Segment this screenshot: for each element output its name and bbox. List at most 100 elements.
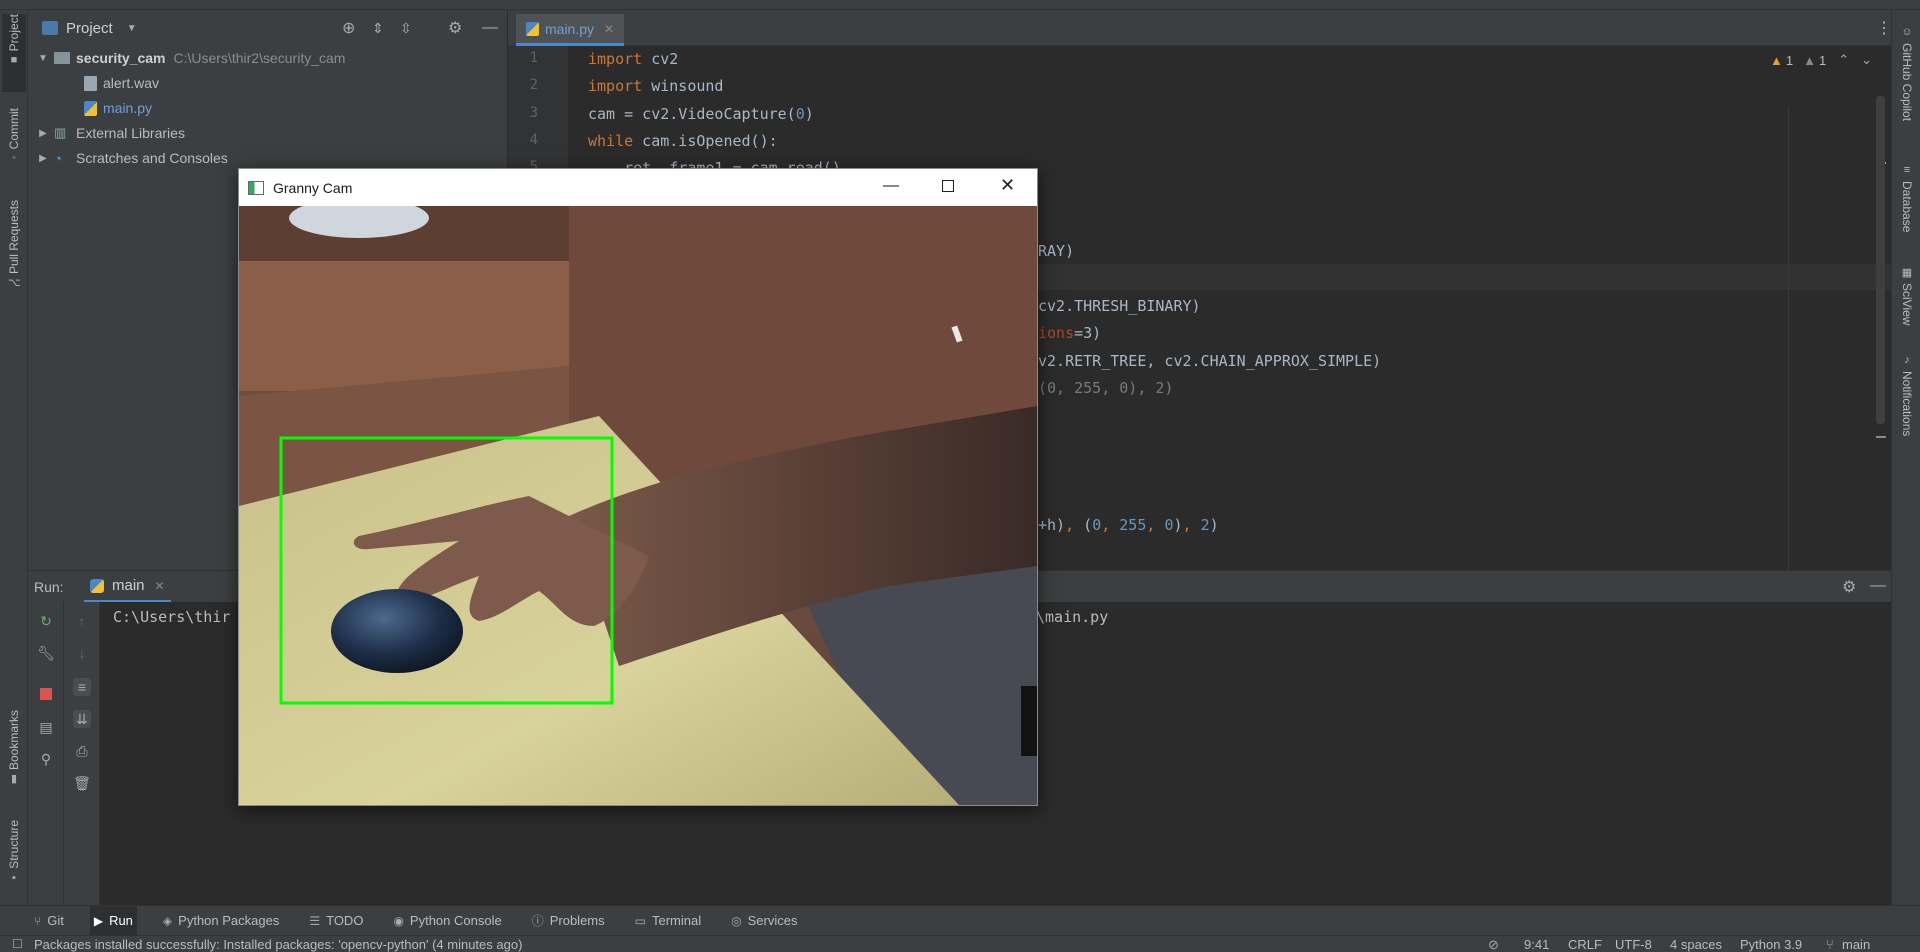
editor-tab-main-py[interactable]: main.py ✕: [516, 14, 625, 46]
line-separator[interactable]: CRLF: [1568, 937, 1602, 952]
cam-window-titlebar[interactable]: Granny Cam — ✕: [239, 169, 1037, 206]
chevron-right-icon[interactable]: ▶: [36, 128, 50, 139]
left-tab-project-label: Project: [7, 14, 21, 52]
status-square-icon[interactable]: ☐: [12, 937, 23, 951]
chevron-up-icon[interactable]: ⌃: [1838, 52, 1849, 68]
status-bar: ☐ Packages installed successfully: Insta…: [0, 935, 1920, 952]
line-number: 3: [529, 105, 538, 121]
right-tab-database-label: Database: [1900, 181, 1914, 233]
tree-item-scratches[interactable]: ▶ ◔ Scratches and Consoles: [36, 146, 228, 170]
more-options-icon[interactable]: ⋮: [1876, 18, 1892, 38]
run-tab-main[interactable]: main ✕: [84, 571, 171, 603]
bottom-tab-label: Git: [47, 913, 64, 928]
right-tab-database[interactable]: ≡ Database: [1895, 164, 1919, 254]
code-number: 0: [795, 105, 805, 123]
close-icon[interactable]: ✕: [155, 579, 165, 593]
tree-item-security-cam[interactable]: ▼ security_cam C:\Users\thir2\security_c…: [36, 46, 345, 70]
packages-icon: ◈: [162, 913, 173, 928]
chevron-down-icon[interactable]: ⌄: [1861, 52, 1872, 68]
inspection-widget[interactable]: ▲ 1 ▲ 1 ⌃ ⌄: [1770, 52, 1872, 68]
right-tab-notifications[interactable]: ♪ Notifications: [1895, 354, 1919, 464]
pull-request-icon: ⌥: [8, 277, 21, 290]
bottom-tab-python-packages[interactable]: ◈ Python Packages: [159, 906, 283, 936]
window-icon: [248, 180, 264, 195]
weak-warning-count: 1: [1818, 52, 1827, 68]
layout-icon[interactable]: ▤: [37, 718, 55, 736]
code-line: cam = cv2.VideoCapture(0): [588, 105, 814, 123]
expand-all-icon[interactable]: ⇕: [372, 20, 384, 37]
arrow-down-icon[interactable]: ↓: [73, 644, 91, 662]
tree-item-main-py[interactable]: main.py: [84, 96, 152, 120]
no-inspection-icon[interactable]: ⊘: [1488, 937, 1499, 952]
soft-wrap-icon[interactable]: ≡: [73, 678, 91, 696]
gear-icon[interactable]: ⚙: [448, 18, 462, 38]
left-tab-project[interactable]: Project ■: [2, 14, 26, 92]
bottom-tab-label: Python Console: [409, 913, 502, 928]
gear-icon[interactable]: ⚙: [1842, 577, 1856, 597]
code-punc: ,: [1101, 516, 1120, 534]
bottom-tab-services[interactable]: ◎ Services: [727, 906, 801, 936]
rerun-icon[interactable]: ↻: [37, 612, 55, 630]
bottom-tab-python-console[interactable]: ◉ Python Console: [389, 906, 505, 936]
close-icon[interactable]: ✕: [604, 22, 614, 36]
trash-icon[interactable]: 🗑︎: [73, 774, 91, 792]
code-keyword: import: [588, 50, 643, 68]
camera-feed: [239, 206, 1037, 805]
bottom-tab-label: TODO: [326, 913, 364, 928]
bottom-tab-terminal[interactable]: ▭ Terminal: [631, 906, 705, 936]
right-tab-sciview[interactable]: ▦ SciView: [1895, 266, 1919, 346]
minimize-icon[interactable]: —: [1870, 577, 1886, 595]
chevron-right-icon[interactable]: ▶: [36, 153, 50, 164]
print-icon[interactable]: ⎙: [73, 742, 91, 760]
caret-position[interactable]: 9:41: [1524, 937, 1549, 952]
folder-icon: [42, 21, 58, 35]
bottom-tab-git[interactable]: ⑂ Git: [30, 906, 68, 936]
granny-cam-window[interactable]: Granny Cam — ✕: [238, 168, 1038, 806]
chevron-down-icon[interactable]: ▼: [36, 53, 50, 64]
stop-icon[interactable]: [37, 686, 55, 704]
left-tab-pull-requests[interactable]: Pull Requests ⌥: [2, 200, 26, 310]
status-message[interactable]: Packages installed successfully: Install…: [34, 937, 522, 952]
scroll-to-end-icon[interactable]: ⇊: [73, 710, 91, 728]
code-text: cam = cv2.VideoCapture(: [588, 105, 796, 123]
bottom-tab-run[interactable]: ▶ Run: [89, 905, 137, 936]
tree-item-external-libraries[interactable]: ▶ ▥ External Libraries: [36, 121, 185, 145]
editor-scrollbar[interactable]: [1876, 96, 1885, 424]
chevron-down-icon[interactable]: ▼: [127, 23, 137, 34]
console-output-left: C:\Users\thir: [113, 608, 231, 626]
git-branch[interactable]: main: [1842, 937, 1870, 952]
file-encoding[interactable]: UTF-8: [1615, 937, 1652, 952]
left-tab-structure[interactable]: Structure ▪: [2, 820, 26, 900]
indent-setting[interactable]: 4 spaces: [1670, 937, 1722, 952]
code-text: (: [1083, 516, 1093, 534]
right-tool-strip: ☺ GitHub Copilot ≡ Database ▦ SciView ♪ …: [1891, 10, 1920, 905]
bottom-tool-tabs: ⑂ Git ▶ Run ◈ Python Packages ☰ TODO ◉ Python…: [0, 905, 1920, 936]
left-tab-bookmarks[interactable]: Bookmarks ▮: [2, 710, 26, 800]
title-strip: [0, 0, 1920, 10]
arrow-up-icon[interactable]: ↑: [73, 612, 91, 630]
tree-item-path: C:\Users\thir2\security_cam: [173, 50, 346, 66]
scroll-marker: [1876, 436, 1886, 438]
code-line: import winsound: [588, 77, 723, 95]
minimize-window-button[interactable]: —: [883, 177, 899, 195]
python-console-icon: ◉: [393, 913, 404, 928]
right-tab-copilot[interactable]: ☺ GitHub Copilot: [1895, 26, 1919, 151]
maximize-window-button[interactable]: [942, 180, 954, 192]
wrench-icon[interactable]: 🔧︎: [37, 644, 55, 662]
tree-item-label: security_cam: [76, 50, 166, 66]
bookmark-icon: ▮: [10, 773, 18, 786]
bottom-tab-todo[interactable]: ☰ TODO: [305, 906, 367, 936]
bottom-tab-problems[interactable]: ⓘ Problems: [528, 906, 609, 936]
python-interpreter[interactable]: Python 3.9: [1740, 937, 1802, 952]
bell-icon: ♪: [1904, 354, 1910, 366]
left-tab-pull-requests-label: Pull Requests: [7, 200, 21, 275]
project-panel-title[interactable]: Project: [66, 20, 113, 37]
tree-item-alert-wav[interactable]: alert.wav: [84, 71, 159, 95]
left-tab-commit[interactable]: Commit ◦: [2, 108, 26, 178]
locate-icon[interactable]: ⊕: [342, 18, 355, 38]
minimize-icon[interactable]: —: [482, 19, 498, 37]
warning-icon: ▲: [1770, 52, 1783, 68]
collapse-all-icon[interactable]: ⇳: [400, 20, 412, 37]
close-window-button[interactable]: ✕: [1000, 175, 1015, 196]
pin-icon[interactable]: ⚲: [37, 750, 55, 768]
